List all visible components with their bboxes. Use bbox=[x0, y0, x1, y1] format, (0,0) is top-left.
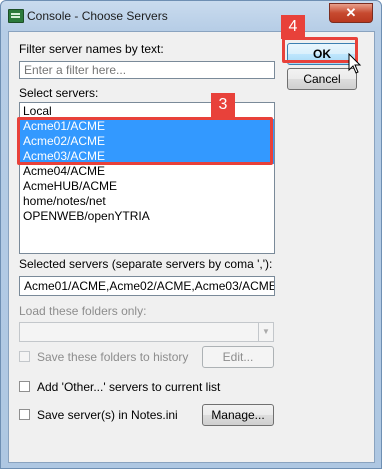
server-list-item[interactable]: home/notes/net bbox=[20, 194, 274, 209]
filter-input[interactable] bbox=[19, 61, 275, 79]
mouse-cursor-icon bbox=[348, 53, 362, 74]
title-bar[interactable]: Console - Choose Servers ✕ bbox=[1, 1, 381, 31]
cancel-button[interactable]: Cancel bbox=[287, 68, 357, 90]
step-3-badge: 3 bbox=[211, 93, 235, 117]
load-folders-label: Load these folders only: bbox=[19, 304, 147, 318]
server-list-item[interactable]: AcmeHUB/ACME bbox=[20, 179, 274, 194]
chevron-down-icon: ▼ bbox=[258, 323, 273, 341]
server-list-item[interactable]: OPENWEB/openYTRIA bbox=[20, 209, 274, 224]
dialog-body: Filter server names by text: OK Cancel S… bbox=[8, 31, 375, 463]
filter-label: Filter server names by text: bbox=[19, 42, 164, 56]
manage-button[interactable]: Manage... bbox=[202, 404, 274, 426]
server-list-item[interactable]: Acme04/ACME bbox=[20, 164, 274, 179]
console-app-icon bbox=[8, 9, 24, 23]
close-button[interactable]: ✕ bbox=[329, 3, 373, 23]
select-servers-label: Select servers: bbox=[19, 86, 99, 100]
dialog-window: Console - Choose Servers ✕ Filter server… bbox=[0, 0, 382, 469]
ok-callout bbox=[282, 37, 358, 63]
list-selection-callout bbox=[17, 117, 273, 165]
save-notes-ini-checkbox[interactable] bbox=[19, 409, 30, 420]
save-history-checkbox bbox=[19, 351, 30, 362]
add-other-checkbox[interactable] bbox=[19, 381, 30, 392]
edit-button: Edit... bbox=[202, 346, 274, 368]
folders-combo: ▼ bbox=[19, 322, 274, 342]
window-title: Console - Choose Servers bbox=[27, 9, 168, 23]
save-history-label: Save these folders to history bbox=[37, 350, 189, 364]
selected-servers-label: Selected servers (separate servers by co… bbox=[19, 257, 273, 271]
selected-servers-field[interactable]: Acme01/ACME,Acme02/ACME,Acme03/ACME bbox=[19, 276, 275, 296]
save-notes-ini-label[interactable]: Save server(s) in Notes.ini bbox=[37, 408, 178, 422]
step-4-badge: 4 bbox=[281, 15, 305, 39]
add-other-label[interactable]: Add 'Other...' servers to current list bbox=[37, 380, 220, 394]
